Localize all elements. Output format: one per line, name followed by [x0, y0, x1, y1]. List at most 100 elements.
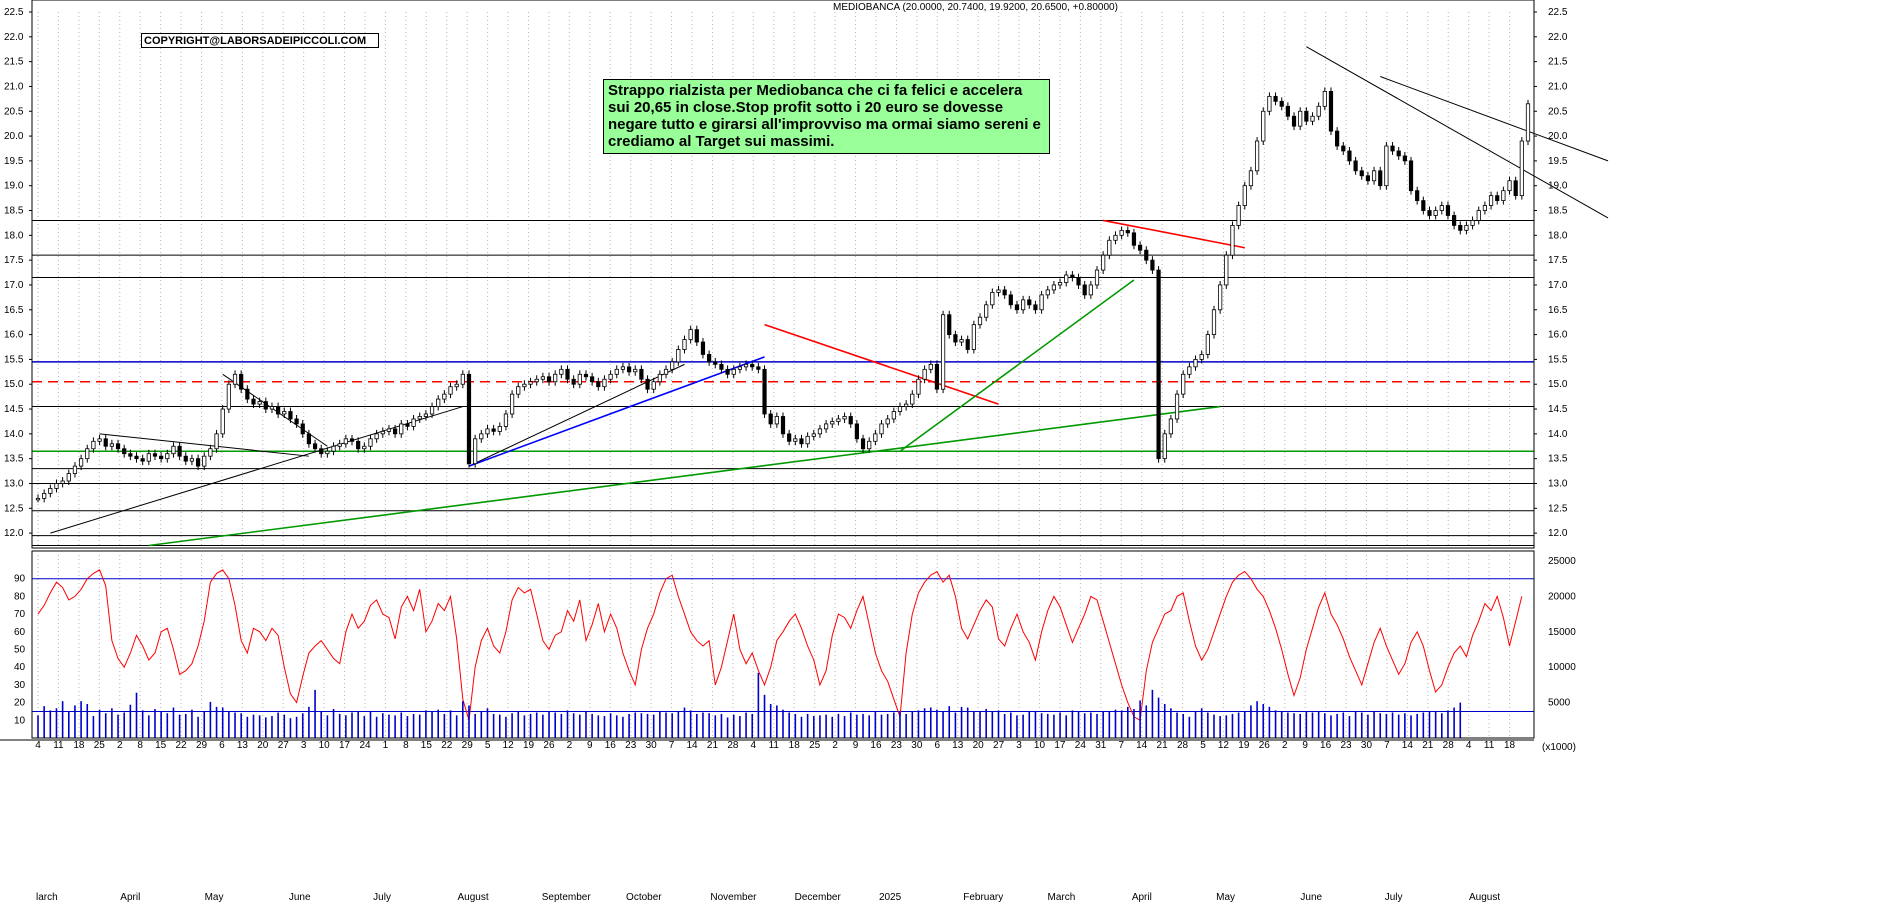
candle-body	[811, 433, 816, 437]
candle-body	[904, 403, 909, 407]
candle-body	[743, 363, 749, 368]
x-tick-label: 2	[1282, 740, 1288, 751]
candle-body	[312, 443, 318, 450]
candle-body	[571, 378, 576, 385]
x-tick-label: 12	[503, 740, 515, 751]
candle-body	[436, 398, 441, 407]
candle-body	[1168, 418, 1173, 435]
x-tick-label: 10	[319, 740, 331, 751]
x-tick-label: 23	[891, 740, 903, 751]
candle-body	[1125, 229, 1130, 234]
candle-body	[651, 381, 656, 390]
candle-body	[479, 433, 484, 440]
candle-body	[1415, 190, 1420, 201]
y-tick-label-right: 21.5	[1548, 57, 1568, 68]
candle-body	[257, 401, 262, 405]
candle-body	[72, 465, 78, 474]
x-tick-label: 4	[1466, 740, 1472, 751]
candle-body	[1045, 289, 1050, 296]
candle-body	[1138, 244, 1143, 251]
trend-line	[764, 323, 999, 405]
candle-body	[319, 448, 324, 455]
candle-body	[922, 368, 927, 380]
candle-body	[362, 445, 367, 450]
candle-body	[276, 406, 281, 415]
x-tick-label: 31	[1095, 740, 1107, 751]
candle-body	[1279, 100, 1284, 107]
candle-body	[1008, 294, 1013, 306]
x-tick-label: 28	[1177, 740, 1189, 751]
candle-body	[596, 381, 601, 388]
candle-body	[1051, 284, 1057, 291]
candle-body	[848, 416, 853, 425]
x-tick-label: 5	[485, 740, 491, 751]
x-tick-label: 23	[1340, 740, 1352, 751]
candle-body	[583, 373, 589, 378]
y-tick-label-right: 12.5	[1548, 503, 1568, 514]
y-tick-label-right: 20.0	[1548, 131, 1568, 142]
candle-body	[1501, 190, 1506, 201]
candle-body	[1513, 180, 1518, 197]
candle-body	[719, 363, 724, 370]
candle-body	[1402, 155, 1407, 162]
candle-body	[1064, 274, 1069, 283]
candle-body	[485, 428, 490, 435]
candle-body	[940, 314, 946, 390]
month-label: September	[542, 892, 592, 903]
candle-body	[1267, 95, 1272, 112]
x-tick-label: 4	[751, 740, 757, 751]
candle-body	[331, 445, 336, 452]
candle-body	[103, 438, 108, 447]
x-tick-label: 2	[117, 740, 123, 751]
candle-body	[85, 448, 90, 460]
y-tick-label-left: 17.0	[4, 280, 24, 291]
horizontal-levels	[32, 219, 1534, 547]
candle-body	[282, 411, 287, 415]
y-tick-label-left: 21.0	[4, 81, 24, 92]
x-tick-label: 18	[1504, 740, 1516, 751]
candle-body	[780, 416, 786, 435]
candle-body	[1341, 145, 1346, 152]
candle-body	[700, 341, 706, 355]
x-tick-label: 16	[1320, 740, 1332, 751]
y-tick-label-right: 18.5	[1548, 206, 1568, 217]
candle-body	[522, 383, 527, 388]
candle-body	[325, 450, 330, 455]
candle-body	[343, 438, 348, 445]
candle-body	[577, 373, 582, 385]
candle-body	[442, 393, 447, 400]
oscillator-tick-label: 30	[14, 680, 26, 691]
candle-body	[146, 453, 151, 462]
x-tick-label: 9	[853, 740, 859, 751]
x-tick-label: 14	[1402, 740, 1414, 751]
x-tick-label: 18	[73, 740, 85, 751]
candle-body	[1082, 284, 1087, 296]
y-tick-label-left: 20.0	[4, 131, 24, 142]
candle-body	[1057, 282, 1063, 286]
candle-body	[1174, 393, 1180, 420]
candle-body	[990, 292, 995, 306]
candle-body	[546, 376, 552, 383]
oscillator-tick-label: 80	[14, 591, 26, 602]
month-label: March	[1048, 892, 1076, 903]
candle-body	[393, 428, 398, 435]
candle-body	[429, 406, 435, 415]
candle-body	[1458, 225, 1463, 231]
candle-body	[417, 416, 422, 420]
x-tick-label: 11	[53, 740, 64, 751]
candle-body	[787, 433, 792, 442]
candle-body	[1476, 210, 1481, 221]
candle-body	[122, 448, 127, 455]
candle-body	[836, 418, 841, 422]
candle-body	[208, 448, 213, 457]
y-tick-label-right: 19.0	[1548, 181, 1568, 192]
y-tick-label-right: 14.0	[1548, 429, 1568, 440]
candle-body	[694, 329, 699, 343]
candle-body	[977, 316, 983, 326]
y-tick-label-left: 14.0	[4, 429, 24, 440]
candle-body	[152, 453, 158, 457]
analysis-annotation: Strappo rialzista per Mediobanca che ci …	[603, 79, 1050, 154]
month-label: November	[710, 892, 757, 903]
y-tick-label-right: 17.5	[1548, 255, 1568, 266]
candle-body	[1205, 334, 1210, 355]
